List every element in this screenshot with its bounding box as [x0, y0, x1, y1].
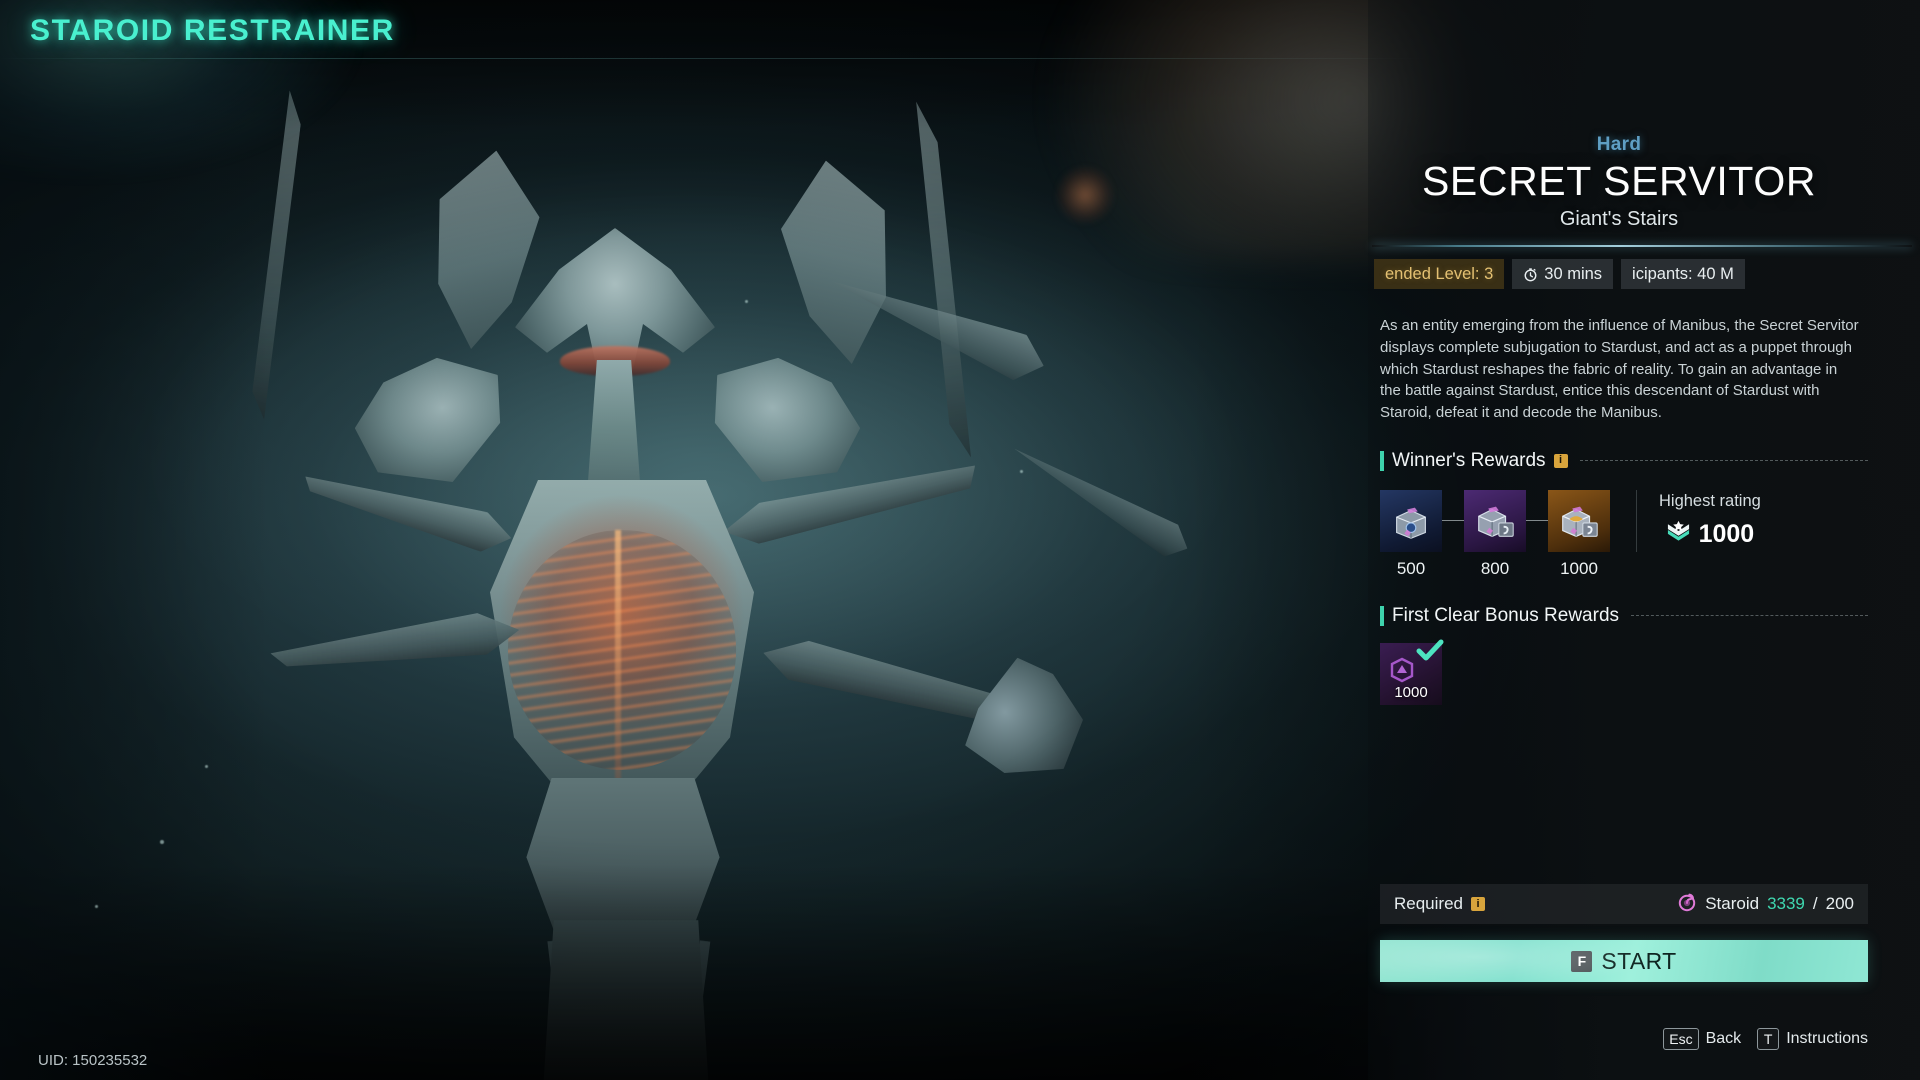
reward-tier-1[interactable]: 500 [1380, 489, 1442, 579]
title-divider [0, 58, 1430, 59]
section-title: First Clear Bonus Rewards [1392, 604, 1620, 626]
required-label-group: Required i [1394, 894, 1485, 914]
info-icon[interactable]: i [1553, 453, 1568, 468]
start-key-badge: F [1571, 950, 1593, 972]
chest-connector [1442, 490, 1464, 552]
info-icon[interactable]: i [1471, 897, 1485, 911]
chest-icon [1548, 489, 1610, 552]
section-title: Winner's Rewards [1392, 449, 1546, 471]
chest-icon [1464, 489, 1526, 552]
stat-participants: icipants: 40 M [1621, 259, 1745, 290]
esc-key-badge: Esc [1663, 1028, 1699, 1050]
stat-label: 30 mins [1544, 264, 1603, 283]
boss-stats-row: ended Level: 3 30 mins icipants: 40 M [1374, 259, 1920, 290]
chest-group: 500 800 1000 [1380, 489, 1610, 579]
currency-cost: 200 [1825, 894, 1854, 913]
boss-header: Hard SECRET SERVITOR Giant's Stairs [1380, 0, 1868, 231]
clock-icon [1523, 267, 1538, 282]
boss-region: Giant's Stairs [1559, 208, 1679, 231]
staroid-icon [1677, 892, 1697, 917]
section-dashed-rule [1579, 460, 1868, 462]
page-title: STAROID RESTRAINER [30, 14, 395, 47]
winners-rewards-section: Winner's Rewards i 500 800 1000 Highest … [1380, 450, 1868, 579]
section-accent-bar [1380, 605, 1384, 626]
required-row: Required i Staroid 3339 / 200 [1380, 884, 1868, 924]
highest-rating-value: 1000 [1698, 519, 1755, 548]
reward-amount: 800 [1480, 558, 1510, 578]
rewards-divider [1636, 489, 1637, 552]
dust-mote [95, 905, 98, 908]
start-label: START [1601, 947, 1677, 974]
keyboard-hints: Esc Back T Instructions [1663, 1028, 1868, 1050]
dust-mote [1020, 470, 1023, 473]
stat-label: icipants: 40 M [1632, 264, 1734, 283]
uid-label: UID: 150235532 [38, 1052, 148, 1069]
highest-rating-label: Highest rating [1659, 491, 1761, 510]
rewards-row: 500 800 1000 Highest rating 1000 [1380, 489, 1868, 579]
t-key-badge: T [1757, 1028, 1780, 1050]
boss-description: As an entity emerging from the influence… [1380, 317, 1859, 422]
stat-label: ended Level: 3 [1385, 264, 1494, 283]
stat-duration: 30 mins [1512, 259, 1614, 290]
claimed-check-icon [1414, 638, 1446, 669]
currency-name: Staroid [1705, 894, 1760, 913]
header-divider [1372, 245, 1912, 248]
section-accent-bar [1380, 450, 1384, 471]
first-clear-items: 1000 [1380, 639, 1868, 705]
first-clear-item[interactable]: 1000 [1380, 639, 1444, 705]
chest-icon [1380, 489, 1442, 552]
first-clear-section: First Clear Bonus Rewards 1000 [1380, 605, 1868, 705]
hint-label: Back [1705, 1030, 1742, 1047]
hint-back[interactable]: Esc Back [1663, 1028, 1741, 1050]
reward-amount: 1000 [1560, 558, 1598, 578]
dust-mote [160, 840, 164, 844]
currency-separator: / [1812, 894, 1818, 913]
hint-instructions[interactable]: T Instructions [1757, 1028, 1868, 1050]
first-clear-amount: 1000 [1394, 683, 1428, 701]
boss-name: SECRET SERVITOR [1421, 158, 1817, 204]
hint-label: Instructions [1786, 1030, 1868, 1047]
start-button[interactable]: F START [1380, 940, 1868, 982]
chest-connector [1526, 490, 1548, 552]
reward-amount: 500 [1396, 558, 1426, 578]
boss-detail-panel: Hard SECRET SERVITOR Giant's Stairs ende… [1368, 0, 1920, 1080]
dust-mote [745, 300, 748, 303]
highest-rating-value-row: 1000 [1659, 520, 1761, 549]
rank-badge-icon [1666, 520, 1691, 549]
reward-tier-3[interactable]: 1000 [1548, 489, 1610, 579]
highest-rating-block: Highest rating 1000 [1659, 490, 1761, 549]
section-dashed-rule [1631, 615, 1868, 617]
section-header: Winner's Rewards i [1380, 450, 1868, 472]
currency-owned: 3339 [1767, 894, 1805, 913]
required-currency-group: Staroid 3339 / 200 [1677, 892, 1854, 917]
stat-recommended-level: ended Level: 3 [1374, 259, 1505, 290]
dust-mote [205, 765, 208, 768]
required-label: Required [1394, 894, 1463, 913]
difficulty-label: Hard [1596, 134, 1642, 155]
section-header: First Clear Bonus Rewards [1380, 605, 1868, 627]
reward-tier-2[interactable]: 800 [1464, 489, 1526, 579]
